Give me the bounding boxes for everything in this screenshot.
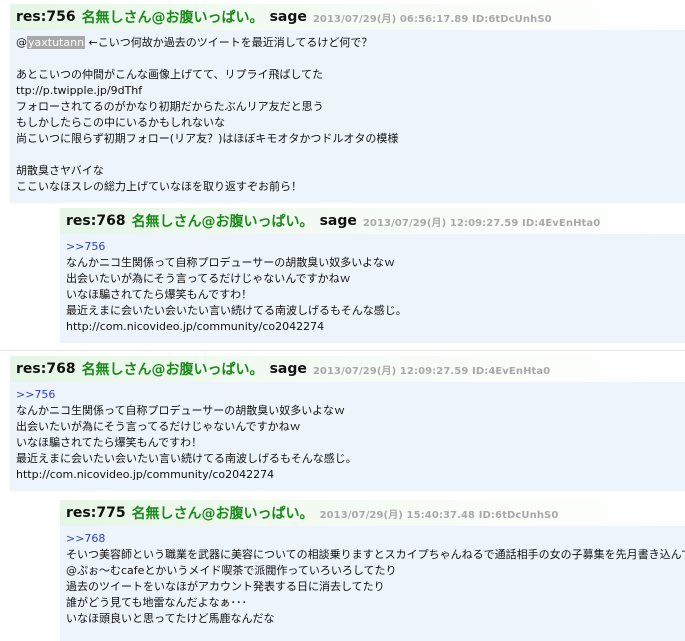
post-header: res:768 名無しさん@お腹いっぱい。 sage 2013/07/29(月)… — [60, 208, 685, 234]
post-line: なんかニコ生関係って自称プロデューサーの胡散臭い奴多いよなｗ — [66, 256, 396, 269]
post-body: >>756 なんかニコ生関係って自称プロデューサーの胡散臭い奴多いよなｗ 出会い… — [10, 382, 685, 491]
mail-field: sage — [269, 361, 307, 377]
post-line: 出会いたいが為にそう言ってるだけじゃないんですかねｗ — [16, 420, 301, 433]
reply-anchor-link[interactable]: >>756 — [16, 387, 679, 403]
post-body: >>768 そいつ美容師という職業を武器に美容についての相談乗りますとスカイプち… — [60, 526, 685, 641]
reply-anchor-link[interactable]: >>768 — [66, 531, 679, 547]
post-line: 胡散臭さヤバイな — [16, 164, 104, 177]
twitter-user-link[interactable]: yaxtutann — [27, 36, 86, 49]
post-header: res:775 名無しさん@お腹いっぱい。 2013/07/29(月) 15:4… — [60, 500, 685, 526]
post-line: 誰がどう見ても地雷なんだよなぁ･･･ — [66, 596, 247, 609]
reply-anchor-link[interactable]: >>756 — [66, 239, 679, 255]
post-line-text: ←こいつ何故か過去のツイートを最近消してるけど何で？ — [85, 36, 373, 49]
post-meta[interactable]: 2013/07/29(月) 12:09:27.59 ID:4EvEnHta0 — [363, 214, 600, 229]
post-line: もしかしたらこの中にいるかもしれないな — [16, 116, 225, 129]
post-meta[interactable]: 2013/07/29(月) 12:09:27.59 ID:4EvEnHta0 — [313, 362, 550, 377]
post-header: res:756 名無しさん@お腹いっぱい。 sage 2013/07/29(月)… — [10, 4, 685, 30]
res-number[interactable]: res:768 — [16, 361, 76, 377]
post-line: 最近えまに会いたい会いたい言い続けてる南波しげるもそんな感じ。 — [16, 452, 357, 465]
mail-field: sage — [269, 9, 307, 25]
post-meta[interactable]: 2013/07/29(月) 06:56:17.89 ID:6tDcUnhS0 — [313, 10, 552, 25]
res-number[interactable]: res:775 — [66, 505, 126, 521]
post-line: ここいなほスレの総力上げていなほを取り返すぞお前ら！ — [16, 180, 302, 193]
res-number[interactable]: res:756 — [16, 9, 76, 25]
mail-field: sage — [319, 213, 357, 229]
post-body: @yaxtutann ←こいつ何故か過去のツイートを最近消してるけど何で？ あと… — [10, 30, 685, 203]
post-body: >>756 なんかニコ生関係って自称プロデューサーの胡散臭い奴多いよなｗ 出会い… — [60, 234, 685, 343]
post-768: res:768 名無しさん@お腹いっぱい。 sage 2013/07/29(月)… — [10, 356, 685, 491]
post-divider — [0, 350, 685, 351]
poster-name: 名無しさん@お腹いっぱい。 — [81, 10, 264, 26]
at-sign: @ — [16, 36, 27, 49]
post-line: 出会いたいが為にそう言ってるだけじゃないんですかねｗ — [66, 272, 351, 285]
post-line: いなほ頭良いと思ってたけど馬鹿なんだな — [66, 612, 275, 625]
post-line: あとこいつの仲間がこんな画像上げてて、リプライ飛ばしてた — [16, 68, 324, 81]
post-756: res:756 名無しさん@お腹いっぱい。 sage 2013/07/29(月)… — [10, 4, 685, 203]
post-line: フォローされてるのがかなり初期だからたぶんリア友だと思う — [16, 100, 324, 113]
post-768-nested: res:768 名無しさん@お腹いっぱい。 sage 2013/07/29(月)… — [60, 208, 685, 343]
post-line: 過去のツイートをいなほがアカウント発表する日に消去してたり — [66, 580, 385, 593]
post-meta[interactable]: 2013/07/29(月) 15:40:37.48 ID:6tDcUnhS0 — [320, 506, 559, 521]
post-link[interactable]: http://com.nicovideo.jp/community/co2042… — [16, 467, 679, 483]
post-775-nested: res:775 名無しさん@お腹いっぱい。 2013/07/29(月) 15:4… — [60, 500, 685, 641]
post-line: なんかニコ生関係って自称プロデューサーの胡散臭い奴多いよなｗ — [16, 404, 346, 417]
res-number[interactable]: res:768 — [66, 213, 126, 229]
post-header: res:768 名無しさん@お腹いっぱい。 sage 2013/07/29(月)… — [10, 356, 685, 382]
post-line — [16, 147, 679, 163]
post-line: @yaxtutann ←こいつ何故か過去のツイートを最近消してるけど何で？ — [16, 35, 679, 51]
post-line: いなほ騙されてたら爆笑もんですわ！ — [16, 436, 203, 449]
post-link[interactable]: http://com.nicovideo.jp/community/co2042… — [66, 319, 679, 335]
post-link[interactable]: ttp://p.twipple.jp/9dThf — [16, 83, 679, 99]
post-line: 最近えまに会いたい会いたい言い続けてる南波しげるもそんな感じ。 — [66, 304, 407, 317]
post-line: いなほ騙されてたら爆笑もんですわ！ — [66, 288, 253, 301]
poster-name: 名無しさん@お腹いっぱい。 — [81, 362, 264, 378]
post-line: @ぷぉ～むcafeとかいうメイド喫茶で派閥作っていろいろしてたり — [66, 564, 397, 577]
post-line: そいつ美容師という職業を武器に美容についての相談乗りますとスカイプちゃんねるで通… — [66, 548, 685, 561]
poster-name: 名無しさん@お腹いっぱい。 — [131, 214, 314, 230]
poster-name: 名無しさん@お腹いっぱい。 — [131, 506, 314, 522]
post-line: 尚こいつに限らず初期フォロー(リア友？)はほぼキモオタかつドルオタの模様 — [16, 132, 399, 145]
post-line — [16, 51, 679, 67]
